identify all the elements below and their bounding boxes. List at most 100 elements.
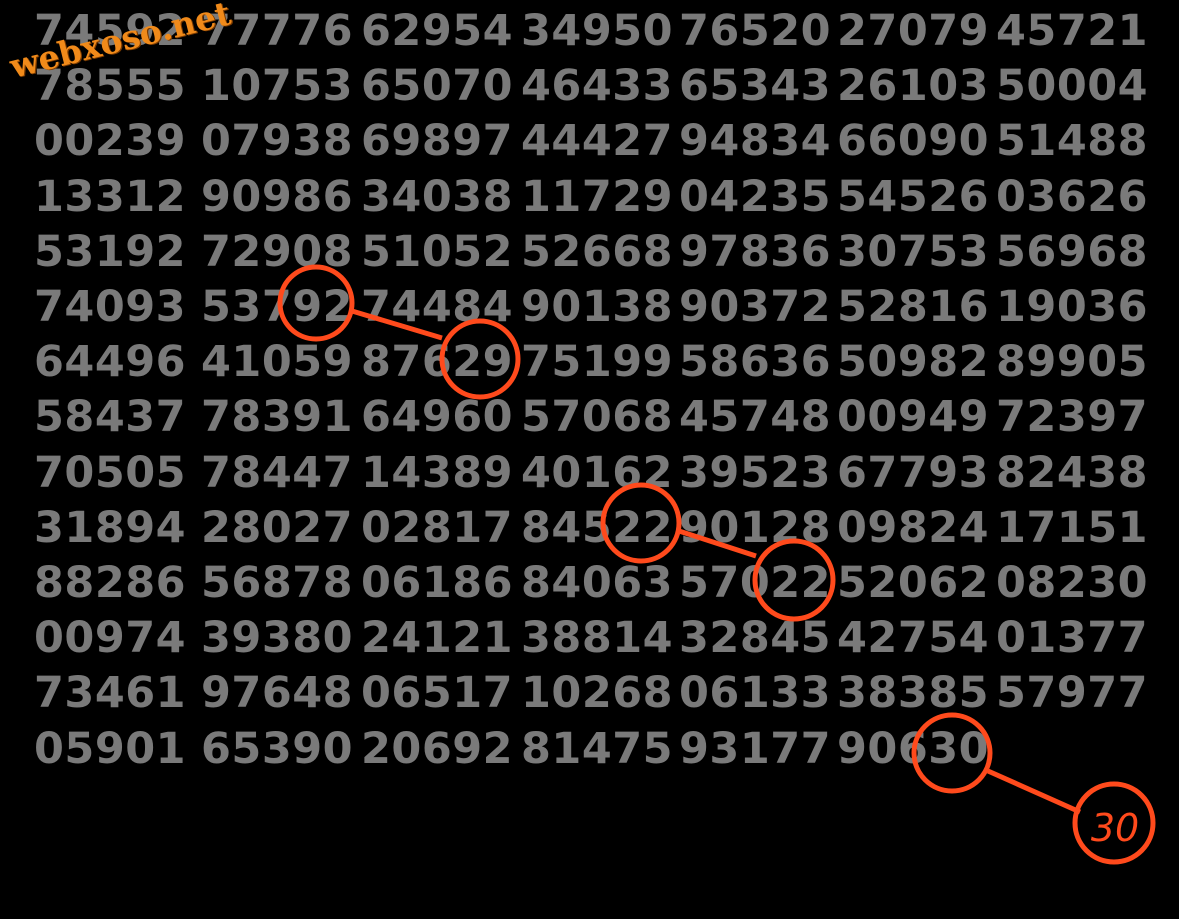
grid-number: 45721: [996, 6, 1149, 56]
grid-number: 89905: [996, 337, 1149, 388]
grid-number: 76520: [679, 6, 832, 56]
grid-number: 70505: [34, 447, 187, 498]
grid-number: 57068: [521, 392, 674, 443]
grid-number: 01377: [996, 613, 1149, 664]
grid-number: 09824: [837, 502, 990, 553]
grid-number: 30753: [837, 226, 990, 277]
grid-number: 17151: [996, 502, 1149, 553]
grid-number: 52816: [837, 282, 990, 332]
grid-number: 00949: [837, 392, 990, 443]
grid-number: 56968: [996, 226, 1149, 277]
grid-number: 05901: [34, 723, 187, 774]
grid-number: 06517: [361, 668, 514, 719]
grid-number: 20692: [361, 723, 514, 774]
grid-number: 41059: [201, 337, 354, 388]
grid-row: 64496 41059 87629 75199 58636 50982 89905: [0, 334, 1179, 390]
grid-number: 75199: [521, 337, 674, 388]
grid-number: 52668: [521, 226, 674, 277]
grid-number: 57977: [996, 668, 1149, 719]
grid-number: 03626: [996, 171, 1149, 222]
grid-number: 82438: [996, 447, 1149, 498]
grid-number: 90630: [837, 723, 990, 774]
grid-number: 00239: [34, 116, 187, 167]
grid-number: 26103: [837, 61, 990, 112]
grid-number: 07938: [201, 116, 354, 167]
grid-number: 28027: [201, 502, 354, 553]
grid-number: 27079: [837, 6, 990, 56]
grid-number: 11729: [521, 171, 674, 222]
grid-number: 40162: [521, 447, 674, 498]
grid-number: 06133: [679, 668, 832, 719]
grid-number: 64496: [34, 337, 187, 388]
grid-number: 64960: [361, 392, 514, 443]
grid-number: 19036: [996, 282, 1149, 332]
grid-number: 54526: [837, 171, 990, 222]
grid-number: 34038: [361, 171, 514, 222]
grid-number: 42754: [837, 613, 990, 664]
grid-number: 10753: [201, 61, 354, 112]
number-grid: 74592 77776 62954 34950 76520 27079 45721 78555…: [0, 0, 1179, 919]
grid-number: 31894: [34, 502, 187, 553]
grid-number: 84063: [521, 558, 674, 608]
grid-number: 90372: [679, 282, 832, 332]
grid-number: 72397: [996, 392, 1149, 443]
grid-row: 05901 65390 20692 81475 93177 90630: [0, 721, 1179, 777]
grid-number: 51488: [996, 116, 1149, 167]
grid-number: 73461: [34, 668, 187, 719]
grid-number: 10268: [521, 668, 674, 719]
grid-number: 24121: [361, 613, 514, 664]
grid-number: 44427: [521, 116, 674, 167]
grid-number: 78447: [201, 447, 354, 498]
grid-number: 62954: [361, 6, 514, 56]
grid-number: 50004: [996, 61, 1149, 112]
grid-row: 00974 39380 24121 38814 32845 42754 01377: [0, 610, 1179, 666]
grid-row: 78555 10753 65070 46433 65343 26103 50004: [0, 58, 1179, 114]
grid-number: 14389: [361, 447, 514, 498]
grid-number: 45748: [679, 392, 832, 443]
grid-number: 74484: [361, 282, 514, 332]
grid-number: 94834: [679, 116, 832, 167]
grid-number: 00974: [34, 613, 187, 664]
grid-number: 87629: [361, 337, 514, 388]
grid-number: 58636: [679, 337, 832, 388]
grid-number: 52062: [837, 558, 990, 608]
grid-number: 97836: [679, 226, 832, 277]
grid-number: 58437: [34, 392, 187, 443]
grid-number: 90986: [201, 171, 354, 222]
grid-number: 78391: [201, 392, 354, 443]
grid-number: 08230: [996, 558, 1149, 608]
grid-row: 31894 28027 02817 84522 90128 09824 17151: [0, 500, 1179, 556]
grid-number: 90138: [521, 282, 674, 332]
grid-number: 39380: [201, 613, 354, 664]
grid-number: 65343: [679, 61, 832, 112]
grid-number: 38385: [837, 668, 990, 719]
grid-number: 90128: [679, 502, 832, 553]
grid-number: 74093: [34, 282, 187, 332]
grid-row: 70505 78447 14389 40162 39523 67793 82438: [0, 445, 1179, 501]
grid-number: 53792: [201, 282, 354, 332]
grid-number: 13312: [34, 171, 187, 222]
grid-number: 69897: [361, 116, 514, 167]
grid-row: 74093 53792 74484 90138 90372 52816 19036: [0, 279, 1179, 335]
grid-number: 66090: [837, 116, 990, 167]
grid-number: 34950: [521, 6, 674, 56]
grid-number: 81475: [521, 723, 674, 774]
grid-number: 56878: [201, 558, 354, 608]
grid-number: 65390: [201, 723, 354, 774]
grid-number: 51052: [361, 226, 514, 277]
grid-row: 73461 97648 06517 10268 06133 38385 57977: [0, 665, 1179, 721]
grid-row: 00239 07938 69897 44427 94834 66090 51488: [0, 113, 1179, 169]
grid-number: 32845: [679, 613, 832, 664]
grid-row: 88286 56878 06186 84063 57022 52062 08230: [0, 555, 1179, 611]
grid-row: 58437 78391 64960 57068 45748 00949 72397: [0, 389, 1179, 445]
grid-number: 46433: [521, 61, 674, 112]
grid-number: 02817: [361, 502, 514, 553]
grid-number: 38814: [521, 613, 674, 664]
grid-number: 67793: [837, 447, 990, 498]
grid-number: 93177: [679, 723, 832, 774]
grid-row: 53192 72908 51052 52668 97836 30753 56968: [0, 224, 1179, 280]
grid-number: 50982: [837, 337, 990, 388]
grid-number: 53192: [34, 226, 187, 277]
grid-number: 39523: [679, 447, 832, 498]
grid-number: 65070: [361, 61, 514, 112]
